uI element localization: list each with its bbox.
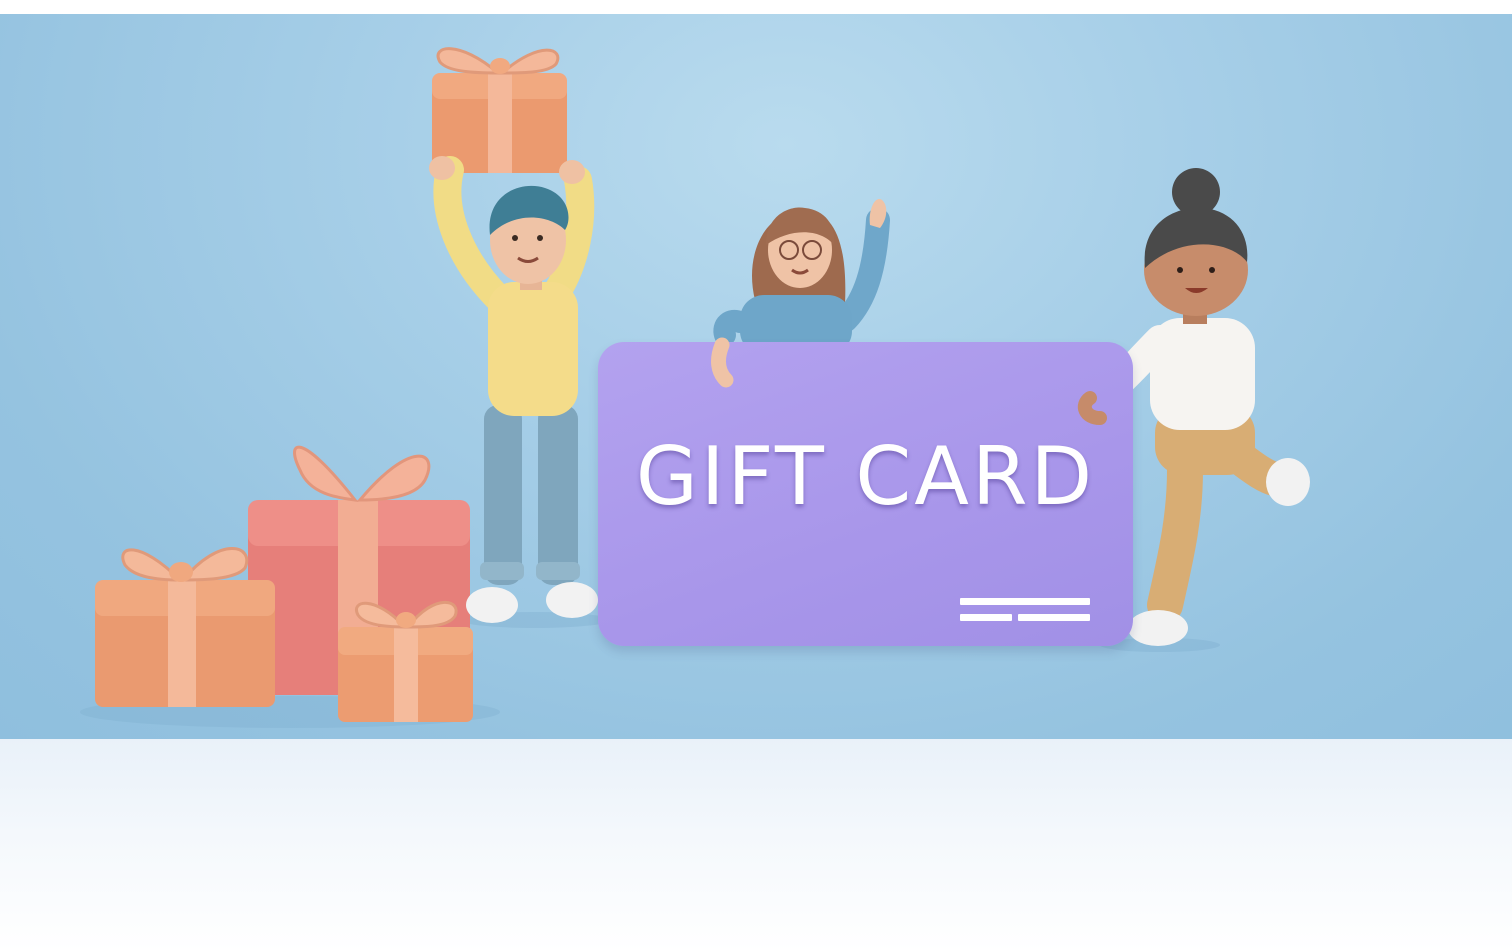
hero-fade bbox=[0, 739, 1512, 952]
gift-box-raised bbox=[432, 47, 567, 173]
gift-card-title: GIFT CARD bbox=[635, 430, 1096, 523]
hero-banner: GIFT CARD bbox=[0, 14, 1512, 739]
gift-card: GIFT CARD bbox=[598, 342, 1133, 646]
card-stripe bbox=[1018, 614, 1090, 621]
card-stripe bbox=[960, 614, 1012, 621]
card-stripe bbox=[960, 598, 1090, 605]
top-strip bbox=[0, 0, 1512, 14]
